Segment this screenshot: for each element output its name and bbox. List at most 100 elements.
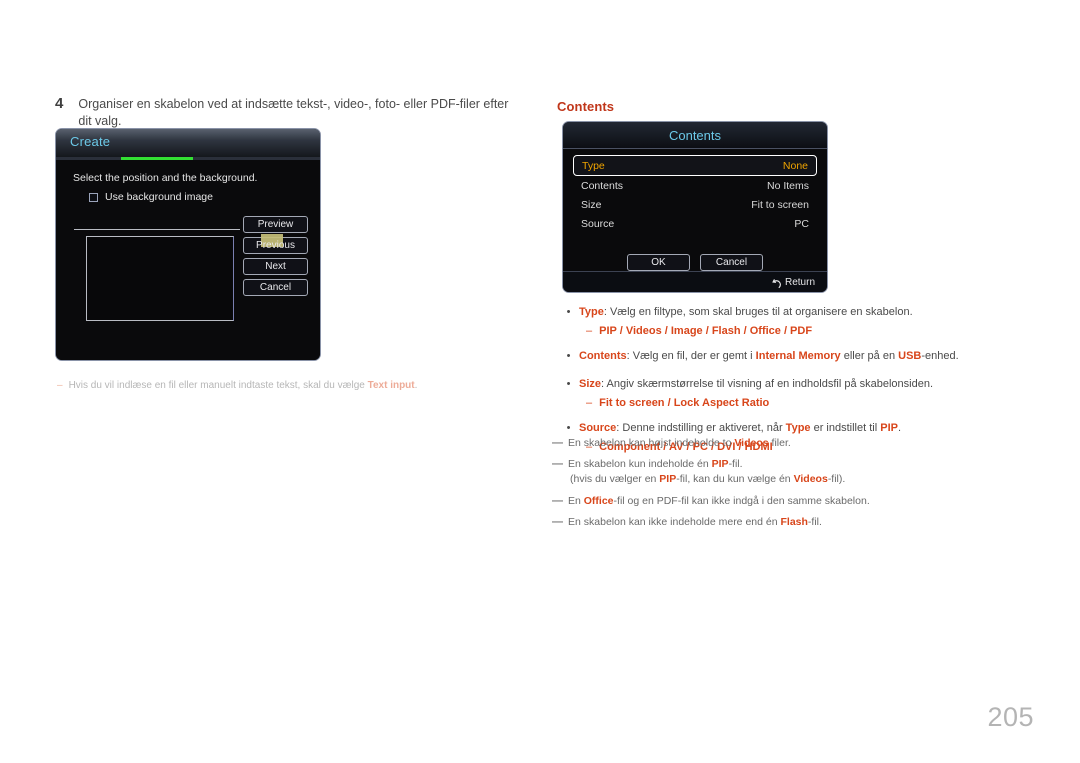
bullet-item-source: • Source: Denne indstilling er aktiveret… — [566, 421, 1006, 437]
note-body: En skabelon kan ikke indeholde mere end … — [568, 515, 822, 528]
sub-dash-icon: – — [586, 324, 593, 337]
bullet-dot-icon: • — [566, 377, 571, 390]
step-row: 4 Organiser en skabelon ved at indsætte … — [55, 96, 525, 130]
bullet-size-lead: Size — [579, 377, 602, 390]
note-body: En skabelon kun indeholde én PIP-fil. — [568, 458, 743, 471]
note-subtext: (hvis du vælger en PIP-fil, kan du kun v… — [570, 473, 846, 486]
note-dash-icon: — — [552, 437, 563, 449]
contents-dialog-title: Contents — [668, 127, 722, 143]
step-block: 4 Organiser en skabelon ved at indsætte … — [55, 96, 525, 130]
note-body: En Office-fil og en PDF-fil kan ikke ind… — [568, 494, 870, 507]
return-label: Return — [784, 276, 815, 288]
previous-button-label: Previous — [256, 240, 295, 251]
notes-list: — En skabelon kan højst indeholde to Vid… — [552, 436, 1002, 536]
bullet-source-lead: Source — [579, 421, 617, 434]
contents-dialog-titlebar: Contents — [563, 122, 827, 149]
bullet-size-rest: : Angiv skærmstørrelse til visning af en… — [601, 377, 934, 390]
note-text: En skabelon kun indeholde én PIP-fil. (hv… — [568, 457, 845, 487]
left-note-bold: Text input — [367, 380, 415, 391]
contents-dialog-buttons: OK Cancel — [563, 254, 827, 271]
contents-row-type-value: None — [782, 159, 808, 172]
create-dialog-title: Create — [70, 134, 111, 149]
bullet-source-text: Source: Denne indstilling er aktiveret, … — [579, 421, 901, 437]
cancel-button-label: Cancel — [259, 282, 292, 293]
create-divider — [74, 229, 240, 230]
contents-row-size-label: Size — [581, 198, 602, 211]
create-instruction: Select the position and the background. — [73, 172, 258, 184]
step-number: 4 — [55, 95, 64, 112]
use-background-image-label: Use background image — [105, 191, 213, 203]
contents-row-source-value: PC — [794, 217, 809, 230]
sub-dash-icon: – — [586, 396, 593, 409]
bullet-item-type: • Type: Vælg en filtype, som skal bruges… — [566, 305, 1006, 321]
bullet-contents-rest: : Vælg en fil, der er gemt i Internal Me… — [626, 349, 959, 362]
sub-size-values: Fit to screen / Lock Aspect Ratio — [599, 396, 770, 409]
note-item: — En skabelon kan ikke indeholde mere en… — [552, 515, 1002, 530]
cancel-button[interactable]: Cancel — [243, 279, 308, 296]
note-dash-icon: — — [552, 515, 563, 528]
contents-row-source[interactable]: Source PC — [573, 214, 817, 233]
next-button[interactable]: Next — [243, 258, 308, 275]
ok-button-label: OK — [651, 257, 666, 268]
page-number: 205 — [987, 702, 1034, 732]
note-item: — En Office-fil og en PDF-fil kan ikke i… — [552, 494, 1002, 509]
left-note: – Hvis du vil indlæse en fil eller manue… — [57, 380, 417, 391]
note-text: En skabelon kan ikke indeholde mere end … — [568, 515, 822, 530]
contents-cancel-button-label: Cancel — [715, 257, 748, 268]
use-background-image-checkbox[interactable] — [89, 192, 98, 202]
contents-row-contents[interactable]: Contents No Items — [573, 176, 817, 195]
contents-dialog-footer: Return — [563, 271, 827, 292]
bullet-size-text: Size: Angiv skærmstørrelse til visning a… — [579, 377, 933, 393]
preview-button[interactable]: Preview — [243, 216, 308, 233]
bullet-dot-icon: • — [566, 349, 571, 362]
note-item: — En skabelon kun indeholde én PIP-fil. (… — [552, 457, 1002, 487]
bullet-dot-icon: • — [566, 306, 571, 318]
note-dash-icon: — — [552, 494, 563, 507]
note-dash: – — [57, 380, 63, 391]
bullet-type-text: Type: Vælg en filtype, som skal bruges t… — [579, 305, 913, 321]
create-dialog-titlebar: Create — [56, 129, 320, 158]
contents-dialog-body: Type None Contents No Items Size Fit to … — [563, 149, 827, 273]
template-canvas-preview[interactable] — [86, 236, 234, 321]
bullet-type-lead: Type — [579, 306, 604, 318]
note-text: En Office-fil og en PDF-fil kan ikke ind… — [568, 494, 870, 509]
previous-button[interactable]: Previous — [243, 234, 308, 254]
contents-row-type-label: Type — [582, 159, 605, 172]
contents-dialog[interactable]: Contents Type None Contents No Items Siz… — [562, 121, 828, 293]
preview-button-label: Preview — [257, 219, 294, 230]
contents-row-contents-label: Contents — [581, 179, 624, 192]
create-dialog[interactable]: Create Select the position and the backg… — [55, 128, 321, 361]
note-text: En skabelon kan højst indeholde to Video… — [568, 436, 791, 451]
bullet-contents-lead: Contents — [579, 349, 627, 362]
ok-button[interactable]: OK — [627, 254, 690, 271]
contents-cancel-button[interactable]: Cancel — [700, 254, 763, 271]
contents-row-size-value: Fit to screen — [751, 198, 809, 211]
bullet-contents-text: Contents: Vælg en fil, der er gemt i Int… — [579, 349, 959, 365]
step-description: Organiser en skabelon ved at indsætte te… — [78, 97, 509, 128]
contents-row-size[interactable]: Size Fit to screen — [573, 195, 817, 214]
bullet-dot-icon: • — [566, 421, 571, 434]
note-body: En skabelon kan højst indeholde to Video… — [568, 437, 791, 449]
sub-type-values: PIP / Videos / Image / Flash / Office / … — [599, 324, 813, 337]
use-background-image-row[interactable]: Use background image — [89, 191, 213, 203]
bullet-item-size: • Size: Angiv skærmstørrelse til visning… — [566, 377, 1006, 393]
return-arrow-icon — [770, 277, 781, 289]
bullet-item-contents: • Contents: Vælg en fil, der er gemt i I… — [566, 349, 1006, 365]
bullet-source-rest: : Denne indstilling er aktiveret, når Ty… — [616, 421, 902, 434]
contents-row-source-label: Source — [581, 217, 615, 230]
note-item: — En skabelon kan højst indeholde to Vid… — [552, 436, 1002, 451]
create-button-column: Preview Previous Next Cancel — [243, 216, 308, 296]
note-dash-icon: — — [552, 458, 563, 471]
left-note-prefix: Hvis du vil indlæse en fil eller manuelt… — [68, 380, 368, 391]
sub-item-type-values: – PIP / Videos / Image / Flash / Office … — [586, 324, 1006, 340]
create-dialog-body: Select the position and the background. … — [56, 160, 320, 360]
contents-row-type[interactable]: Type None — [573, 155, 817, 176]
right-column: Contents — [557, 99, 1027, 114]
left-note-text: Hvis du vil indlæse en fil eller manuelt… — [69, 380, 418, 391]
next-button-label: Next — [265, 261, 286, 272]
contents-row-contents-value: No Items — [766, 179, 809, 192]
bullet-type-rest: : Vælg en filtype, som skal bruges til a… — [603, 306, 913, 318]
sub-item-size-values: – Fit to screen / Lock Aspect Ratio — [586, 396, 1006, 412]
contents-section-heading: Contents — [557, 99, 615, 114]
